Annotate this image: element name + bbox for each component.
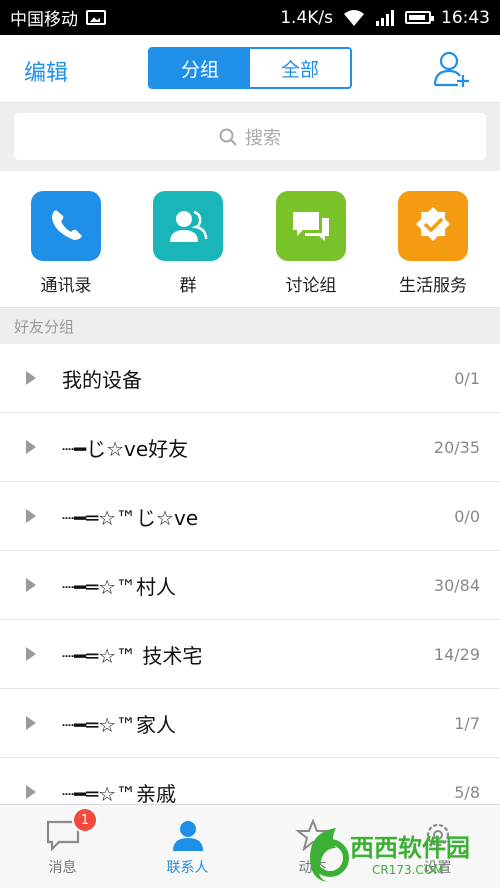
expand-arrow-icon: [26, 371, 36, 385]
network-speed: 1.4K/s: [280, 7, 333, 28]
tab-label: 联系人: [166, 860, 209, 876]
tab-label: 消息: [48, 860, 77, 876]
contacts-person-icon: [172, 821, 203, 851]
friend-groups-header: 好友分组: [0, 309, 500, 344]
quick-entry-grid: 通讯录 群 讨论组 生活服务: [0, 171, 500, 308]
status-bar: 中国移动 1.4K/s 16:43: [0, 0, 500, 35]
group-row[interactable]: ┈━═☆™亲戚 5/8: [0, 758, 500, 804]
clock: 16:43: [441, 7, 490, 28]
group-count: 20/35: [433, 437, 480, 457]
group-row[interactable]: ┈━═☆™ 技术宅 14/29: [0, 620, 500, 689]
phone-icon: [31, 191, 101, 261]
contacts-entry[interactable]: 通讯录: [11, 191, 121, 296]
edit-button[interactable]: 编辑: [24, 55, 68, 87]
section-title: 好友分组: [14, 318, 75, 336]
expand-arrow-icon: [26, 647, 36, 661]
unread-badge: 1: [72, 807, 98, 833]
svg-text:CR173.COM: CR173.COM: [372, 863, 444, 877]
wifi-icon: [344, 9, 364, 26]
group-icon: [153, 191, 223, 261]
service-label: 生活服务: [399, 276, 467, 296]
image-notification-icon: [86, 10, 106, 25]
group-name: ┈━═☆™じ☆ve: [62, 505, 199, 530]
carrier-name: 中国移动: [10, 10, 78, 30]
top-header: 编辑 分组 全部: [0, 35, 500, 103]
add-friend-icon[interactable]: [432, 49, 472, 89]
discussion-entry[interactable]: 讨论组: [256, 191, 366, 296]
expand-arrow-icon: [26, 785, 36, 799]
group-count: 30/84: [433, 575, 480, 595]
expand-arrow-icon: [26, 716, 36, 730]
group-count: 14/29: [433, 644, 480, 664]
group-name: 我的设备: [62, 367, 142, 392]
group-label: 群: [179, 276, 197, 296]
discussion-label: 讨论组: [285, 276, 337, 296]
signal-icon: [376, 9, 394, 26]
tab-contacts[interactable]: 联系人: [125, 805, 250, 888]
search-icon: [219, 128, 237, 146]
group-count: 0/1: [454, 368, 480, 388]
group-name: ┈━═☆™家人: [62, 712, 177, 737]
group-row[interactable]: ┈━═☆™村人 30/84: [0, 551, 500, 620]
segment-all[interactable]: 全部: [250, 49, 350, 87]
group-row[interactable]: ┈━═☆™じ☆ve 0/0: [0, 482, 500, 551]
expand-arrow-icon: [26, 578, 36, 592]
group-row[interactable]: 我的设备 0/1: [0, 344, 500, 413]
status-right: 1.4K/s 16:43: [280, 8, 490, 28]
service-entry[interactable]: 生活服务: [378, 191, 488, 296]
carrier-group: 中国移动: [10, 5, 106, 30]
search-area: 搜索: [0, 103, 500, 171]
search-input[interactable]: 搜索: [14, 113, 486, 160]
search-placeholder: 搜索: [245, 127, 281, 149]
group-list: 我的设备 0/1 ┈━じ☆ve好友 20/35 ┈━═☆™じ☆ve 0/0 ┈━…: [0, 344, 500, 804]
expand-arrow-icon: [26, 509, 36, 523]
group-name: ┈━じ☆ve好友: [62, 436, 189, 461]
tab-messages[interactable]: 1 消息: [0, 805, 125, 888]
segment-groups[interactable]: 分组: [150, 49, 250, 87]
group-name: ┈━═☆™村人: [62, 574, 177, 599]
group-row[interactable]: ┈━═☆™家人 1/7: [0, 689, 500, 758]
group-count: 5/8: [454, 782, 480, 802]
expand-arrow-icon: [26, 440, 36, 454]
battery-icon: [405, 11, 434, 24]
group-entry[interactable]: 群: [133, 191, 243, 296]
group-name: ┈━═☆™亲戚: [62, 781, 177, 805]
contacts-label: 通讯录: [40, 276, 92, 296]
service-icon: [398, 191, 468, 261]
watermark-logo: 西西软件园 CR173.COM: [310, 828, 470, 882]
discussion-icon: [276, 191, 346, 261]
svg-text:西西软件园: 西西软件园: [350, 834, 470, 862]
group-count: 1/7: [454, 713, 480, 733]
segment-control: 分组 全部: [148, 47, 352, 89]
group-row[interactable]: ┈━じ☆ve好友 20/35: [0, 413, 500, 482]
group-name: ┈━═☆™ 技术宅: [62, 643, 203, 668]
group-count: 0/0: [454, 506, 480, 526]
